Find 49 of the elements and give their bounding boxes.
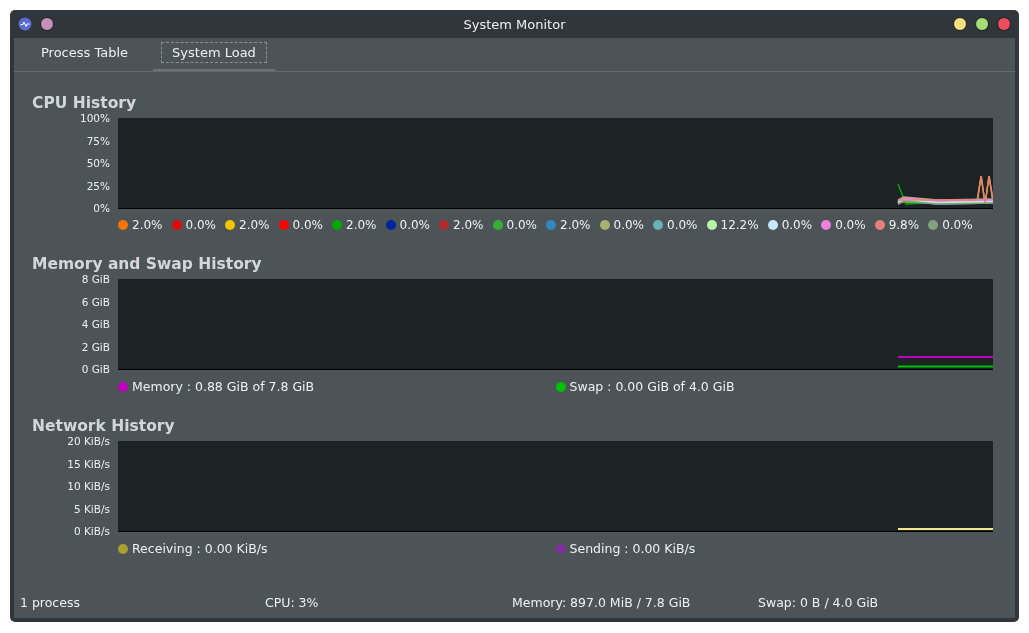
status-text: Swap: 0 B / 4.0 GiB: [758, 595, 880, 610]
legend-label: Receiving : 0.00 KiB/s: [132, 541, 268, 556]
axis-tick-label: 15 KiB/s: [67, 456, 110, 471]
legend-label: 2.0%: [132, 218, 163, 232]
axis-tick-label: 4 GiB: [81, 317, 110, 331]
axis-tick-label: 0 GiB: [81, 362, 110, 376]
section-title: CPU History: [32, 94, 138, 112]
axis-tick-label: 5 KiB/s: [73, 501, 110, 516]
legend-label: 0.0%: [506, 218, 537, 232]
legend-label: 2.0%: [560, 218, 591, 232]
app-icon: [18, 17, 32, 31]
axis-tick-label: 50%: [86, 156, 110, 170]
status-text: Memory: 897.0 MiB / 7.8 GiB: [512, 595, 692, 610]
pin-button[interactable]: [40, 17, 54, 31]
legend-label: 9.8%: [888, 218, 920, 232]
legend-label: Memory : 0.88 GiB of 7.8 GiB: [132, 379, 315, 394]
legend-label: 0.0%: [781, 218, 813, 232]
legend-label: 0.0%: [942, 218, 973, 232]
axis-tick-label: 20 KiB/s: [67, 434, 110, 448]
legend-label: 0.0%: [292, 218, 323, 232]
axis-tick-label: 25%: [86, 178, 110, 193]
legend-label: 0.0%: [667, 218, 698, 232]
axis-tick-label: 8 GiB: [81, 272, 110, 286]
axis-tick-label: 0 KiB/s: [73, 524, 110, 538]
axis-tick-label: 75%: [86, 133, 110, 148]
section-title: Memory and Swap History: [32, 255, 263, 273]
status-text: CPU: 3%: [265, 595, 320, 610]
legend-label: 0.0%: [399, 218, 430, 232]
legend-label: 2.0%: [239, 218, 270, 232]
window-title: System Monitor: [462, 16, 567, 32]
legend-label: 2.0%: [453, 218, 484, 232]
axis-tick-label: 100%: [79, 111, 110, 125]
legend-label: 12.2%: [720, 218, 759, 232]
minimize-button[interactable]: [953, 17, 967, 31]
status-text: 1 process: [20, 595, 81, 610]
legend-label: Swap : 0.00 GiB of 4.0 GiB: [569, 379, 735, 394]
legend-label: 0.0%: [835, 218, 866, 232]
axis-tick-label: 10 KiB/s: [67, 479, 110, 493]
axis-tick-label: 0%: [93, 201, 110, 215]
axis-tick-label: 2 GiB: [81, 339, 110, 354]
axis-tick-label: 6 GiB: [81, 294, 110, 309]
maximize-button[interactable]: [975, 17, 989, 31]
legend-label: 0.0%: [613, 218, 644, 232]
legend-label: Sending : 0.00 KiB/s: [569, 541, 696, 556]
legend-label: 2.0%: [346, 218, 377, 232]
tab[interactable]: Process Table: [22, 41, 148, 71]
close-button[interactable]: [997, 17, 1011, 31]
legend-label: 0.0%: [185, 218, 216, 232]
section-title: Network History: [32, 417, 176, 435]
